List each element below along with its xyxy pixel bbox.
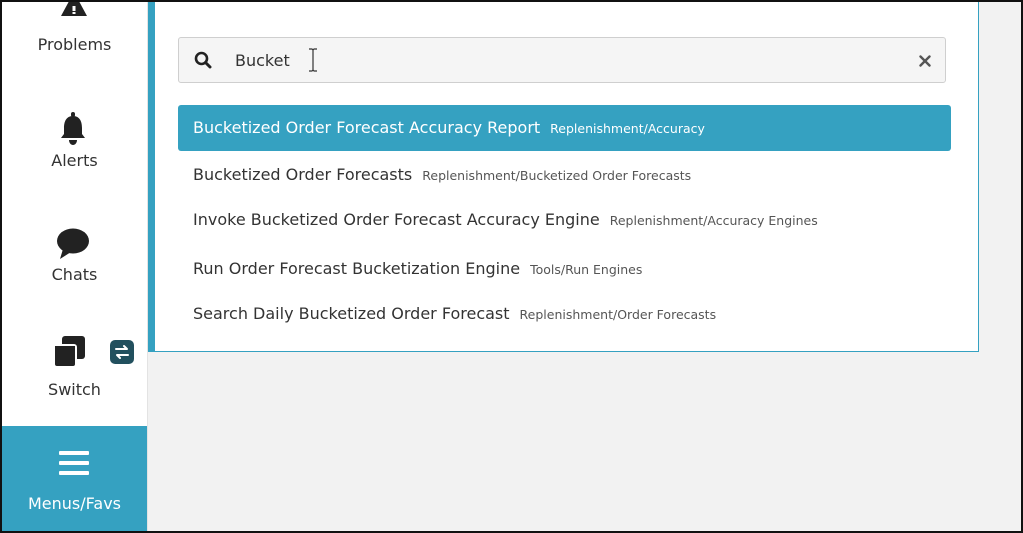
sidebar-item-label: Chats [51,265,98,284]
search-result-item[interactable]: Invoke Bucketized Order Forecast Accurac… [178,197,951,243]
search-icon [194,51,212,69]
sidebar-item-problems[interactable]: Problems [2,2,147,112]
result-path: Replenishment/Accuracy Engines [609,213,818,228]
warning-icon [61,2,87,16]
search-result-item[interactable]: Run Order Forecast Bucketization Engine T… [178,246,951,292]
result-path: Replenishment/Bucketized Order Forecasts [422,168,692,183]
result-title: Search Daily Bucketized Order Forecast [193,304,510,323]
result-title: Run Order Forecast Bucketization Engine [193,259,521,278]
sidebar: Problems Alerts Chats Switch Menus/Favs [2,2,148,531]
result-title: Bucketized Order Forecast Accuracy Repor… [193,118,541,137]
search-result-item[interactable]: Bucketized Order Forecast Accuracy Repor… [178,105,951,151]
windows-icon [53,336,85,368]
result-title: Bucketized Order Forecasts [193,165,413,184]
result-path: Tools/Run Engines [530,262,643,277]
result-path: Replenishment/Accuracy [550,121,705,136]
search-input[interactable] [235,47,875,73]
close-icon[interactable] [919,55,931,67]
sidebar-item-chats[interactable]: Chats [2,222,147,332]
hamburger-icon [59,451,89,475]
search-result-item[interactable]: Bucketized Order Forecasts Replenishment/… [178,152,951,198]
sidebar-item-label: Switch [48,380,101,399]
panel-accent-bar [148,2,155,352]
swap-arrows-icon[interactable] [110,340,134,364]
chat-bubble-icon [57,228,89,259]
sidebar-item-switch[interactable]: Switch [2,332,147,424]
search-box[interactable] [178,37,946,83]
menu-search-panel: Bucketized Order Forecast Accuracy Repor… [155,2,979,352]
sidebar-item-alerts[interactable]: Alerts [2,112,147,222]
text-cursor-icon [309,48,317,72]
result-path: Replenishment/Order Forecasts [519,307,717,322]
sidebar-item-label: Menus/Favs [28,494,121,513]
sidebar-item-label: Alerts [51,151,98,170]
result-title: Invoke Bucketized Order Forecast Accurac… [193,210,600,229]
sidebar-item-menus-favs[interactable]: Menus/Favs [2,426,147,531]
bell-icon [61,112,85,145]
search-result-item[interactable]: Search Daily Bucketized Order Forecast Re… [178,291,951,337]
sidebar-item-label: Problems [37,35,112,54]
app-window: Problems Alerts Chats Switch Menus/Favs … [0,0,1023,533]
